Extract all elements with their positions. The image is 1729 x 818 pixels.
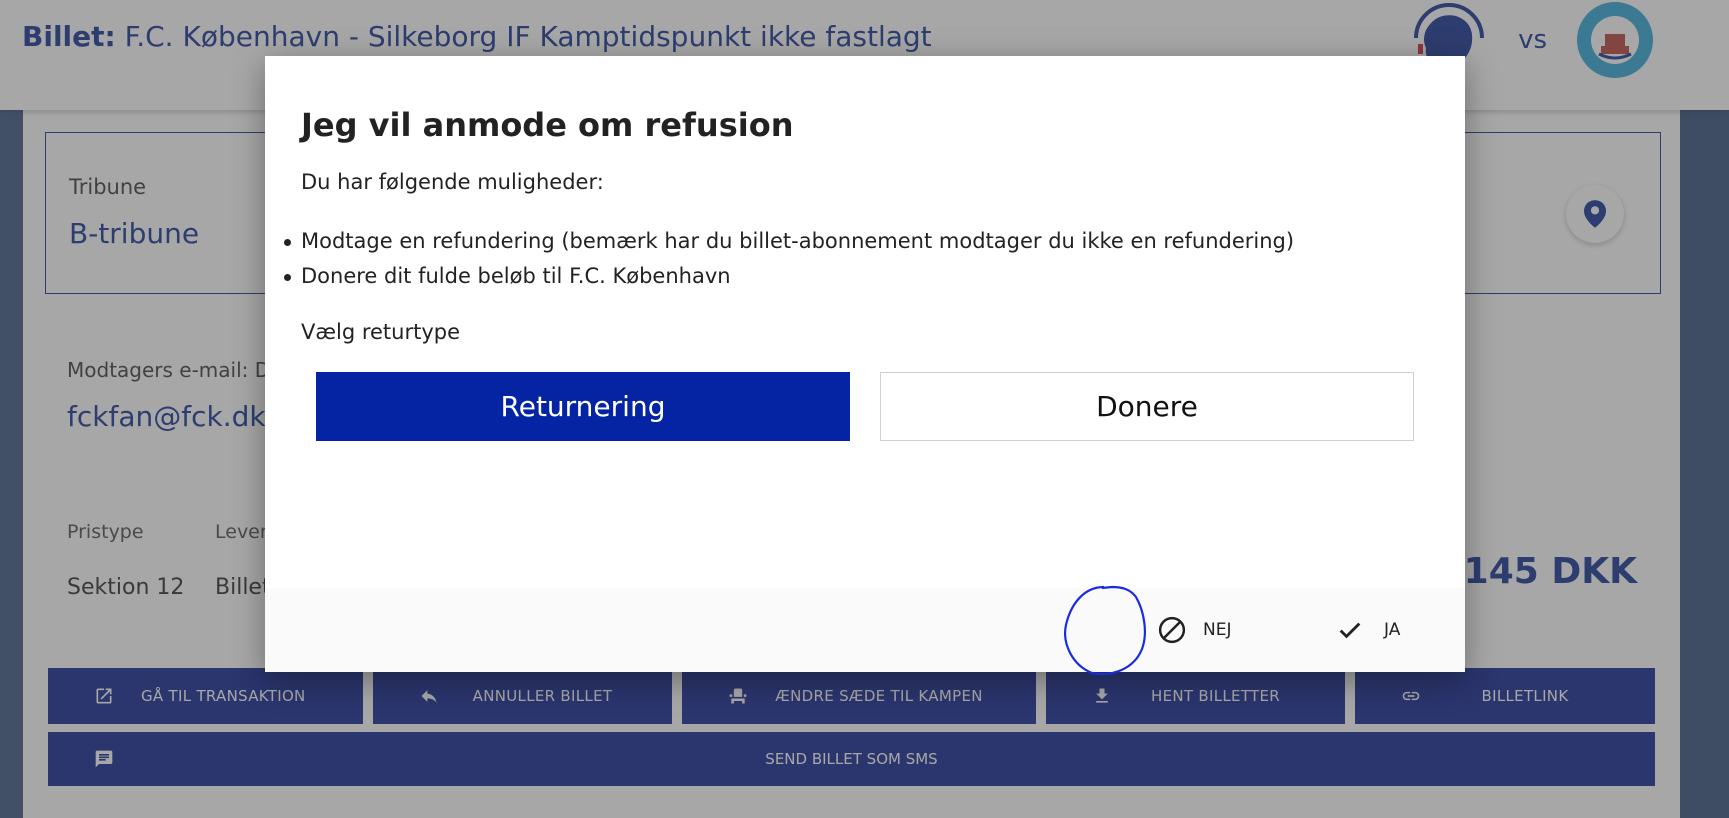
options-list: Modtage en refundering (bemærk har du bi… bbox=[283, 226, 1294, 296]
list-item: Modtage en refundering (bemærk har du bi… bbox=[283, 226, 1294, 261]
yes-button[interactable]: JA bbox=[1336, 612, 1400, 648]
refund-dialog: Jeg vil anmode om refusion Du har følgen… bbox=[265, 56, 1465, 672]
return-option-button[interactable]: Returnering bbox=[316, 372, 850, 441]
check-icon bbox=[1339, 622, 1361, 639]
donate-option-button[interactable]: Donere bbox=[880, 372, 1414, 441]
dialog-footer: NEJ JA bbox=[265, 588, 1465, 672]
dialog-title: Jeg vil anmode om refusion bbox=[301, 106, 794, 144]
yes-button-label: JA bbox=[1384, 620, 1401, 640]
no-button[interactable]: NEJ bbox=[1157, 612, 1231, 648]
return-type-label: Vælg returtype bbox=[301, 320, 461, 344]
list-item: Donere dit fulde beløb til F.C. Københav… bbox=[283, 261, 1294, 296]
dialog-subtitle: Du har følgende muligheder: bbox=[301, 170, 604, 194]
block-icon bbox=[1158, 616, 1186, 644]
no-button-label: NEJ bbox=[1203, 620, 1232, 640]
